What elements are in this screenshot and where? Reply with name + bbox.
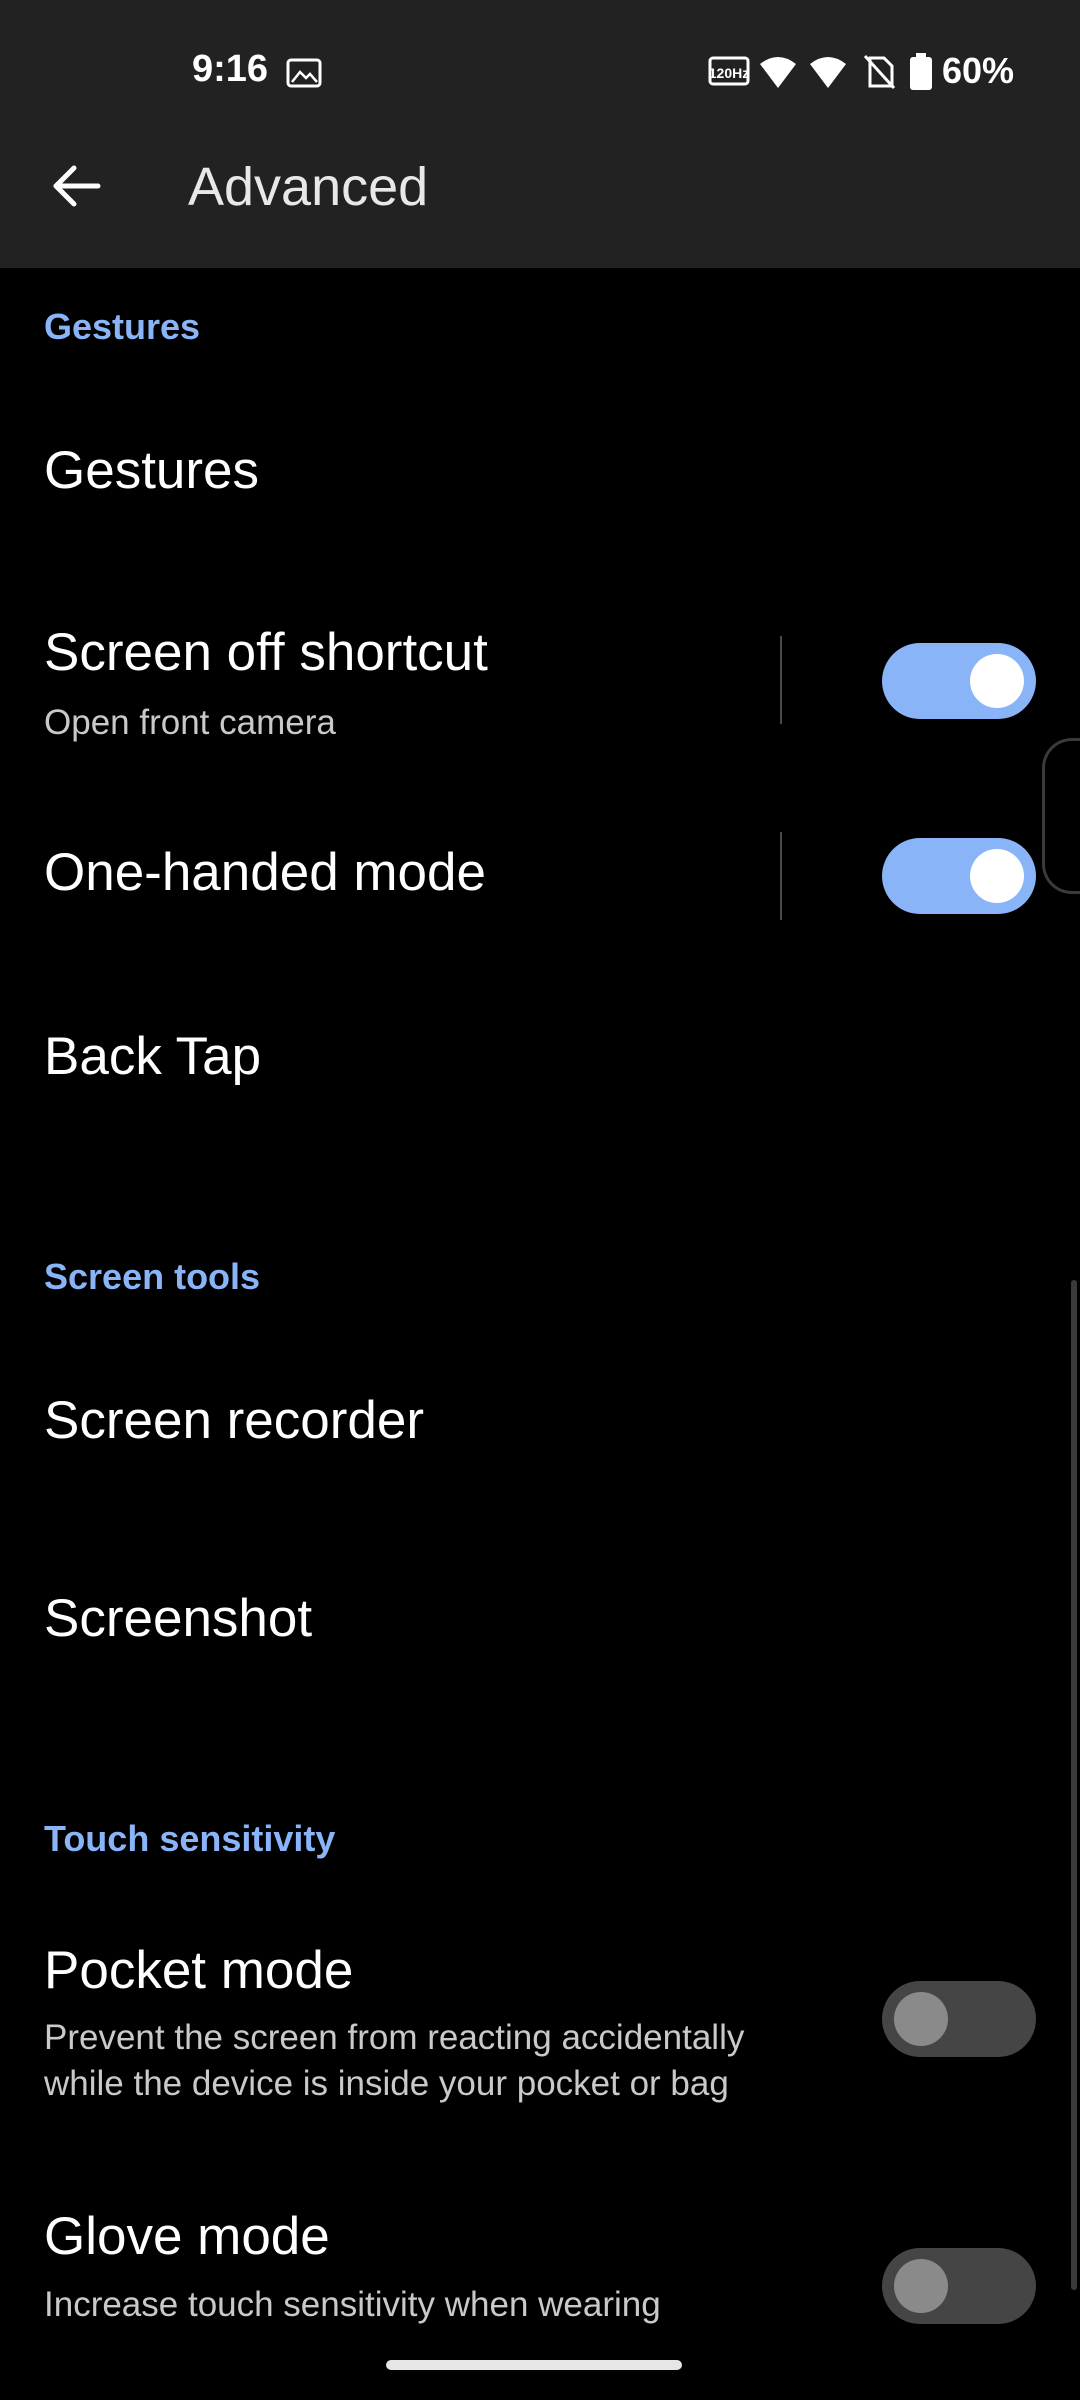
toggle-knob bbox=[894, 2259, 948, 2313]
page-title: Advanced bbox=[188, 157, 429, 217]
app-bar bbox=[0, 150, 1080, 268]
item-title: One-handed mode bbox=[44, 843, 486, 902]
battery-icon bbox=[910, 53, 932, 90]
refresh-rate-label: 120Hz bbox=[709, 65, 749, 81]
item-subtitle-line-2: while the device is inside your pocket o… bbox=[44, 2064, 729, 2103]
item-title: Screen off shortcut bbox=[44, 623, 488, 682]
item-subtitle-line-1: Prevent the screen from reacting acciden… bbox=[44, 2018, 745, 2057]
item-subtitle: Increase touch sensitivity when wearing bbox=[44, 2285, 661, 2324]
no-sim-icon bbox=[863, 54, 896, 90]
wifi-icon bbox=[760, 57, 796, 88]
item-divider bbox=[780, 636, 782, 724]
gesture-navigation-pill[interactable] bbox=[386, 2360, 682, 2370]
battery-percent: 60% bbox=[942, 50, 1015, 91]
item-title: Gestures bbox=[44, 441, 260, 500]
back-arrow-icon[interactable] bbox=[40, 150, 112, 222]
section-header-touch-sensitivity: Touch sensitivity bbox=[44, 1818, 336, 1859]
signal-icon bbox=[810, 57, 846, 88]
pocket-mode-toggle[interactable] bbox=[882, 1981, 1036, 2057]
screen-off-shortcut-toggle[interactable] bbox=[882, 643, 1036, 719]
edge-panel-handle[interactable] bbox=[1042, 738, 1080, 894]
glove-mode-toggle[interactable] bbox=[882, 2248, 1036, 2324]
item-title: Pocket mode bbox=[44, 1941, 354, 2000]
toggle-knob bbox=[894, 1992, 948, 2046]
section-header-gestures: Gestures bbox=[44, 306, 201, 347]
item-title: Screen recorder bbox=[44, 1391, 425, 1450]
scrollbar[interactable] bbox=[1071, 1280, 1077, 2290]
item-divider bbox=[780, 832, 782, 920]
one-handed-mode-toggle[interactable] bbox=[882, 838, 1036, 914]
toggle-knob bbox=[970, 849, 1024, 903]
item-title: Glove mode bbox=[44, 2207, 330, 2266]
refresh-rate-icon: 120Hz bbox=[708, 56, 750, 86]
item-subtitle: Open front camera bbox=[44, 703, 336, 742]
section-header-screen-tools: Screen tools bbox=[44, 1256, 261, 1297]
status-time: 9:16 bbox=[192, 48, 269, 90]
image-icon bbox=[286, 58, 322, 88]
item-title: Screenshot bbox=[44, 1589, 313, 1648]
toggle-knob bbox=[970, 654, 1024, 708]
item-title: Back Tap bbox=[44, 1027, 262, 1086]
